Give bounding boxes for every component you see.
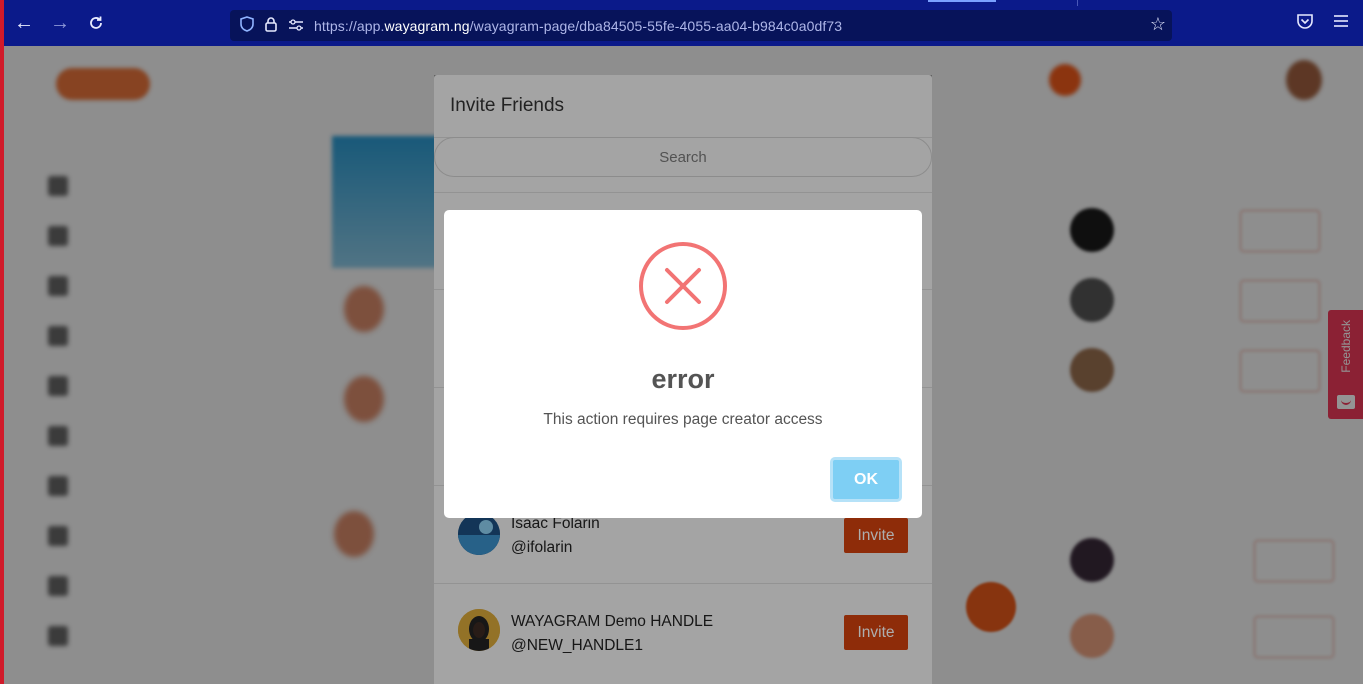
permissions-icon[interactable]: [288, 18, 304, 34]
ok-button[interactable]: OK: [830, 457, 902, 502]
url-domain: wayagram.ng: [384, 17, 470, 34]
tracking-shield-icon[interactable]: [240, 16, 254, 35]
bookmark-star-icon[interactable]: ☆: [1150, 14, 1166, 35]
menu-hamburger-icon[interactable]: [1333, 12, 1349, 33]
browser-toolbar: ← → https://app.wayagram.ng/wayagram-pag…: [0, 0, 1363, 46]
forward-arrow-icon[interactable]: →: [42, 5, 78, 41]
window-edge: [0, 0, 4, 684]
reload-icon[interactable]: [78, 5, 114, 41]
url-prefix: https://app.: [314, 17, 385, 34]
active-tab-indicator: [928, 0, 996, 2]
tab-separator: [1077, 0, 1078, 6]
address-bar[interactable]: https://app.wayagram.ng/wayagram-page/db…: [230, 10, 1172, 41]
error-title: error: [651, 364, 715, 394]
url-path: /wayagram-page/dba84505-55fe-4055-aa04-b…: [469, 17, 843, 34]
error-x-icon: [638, 241, 728, 331]
lock-icon[interactable]: [264, 16, 278, 35]
back-arrow-icon[interactable]: ←: [6, 5, 42, 41]
pocket-icon[interactable]: [1296, 12, 1314, 35]
error-alert-dialog: error This action requires page creator …: [444, 210, 922, 518]
url-text[interactable]: https://app.wayagram.ng/wayagram-page/db…: [314, 18, 842, 34]
error-message: This action requires page creator access: [543, 411, 823, 428]
